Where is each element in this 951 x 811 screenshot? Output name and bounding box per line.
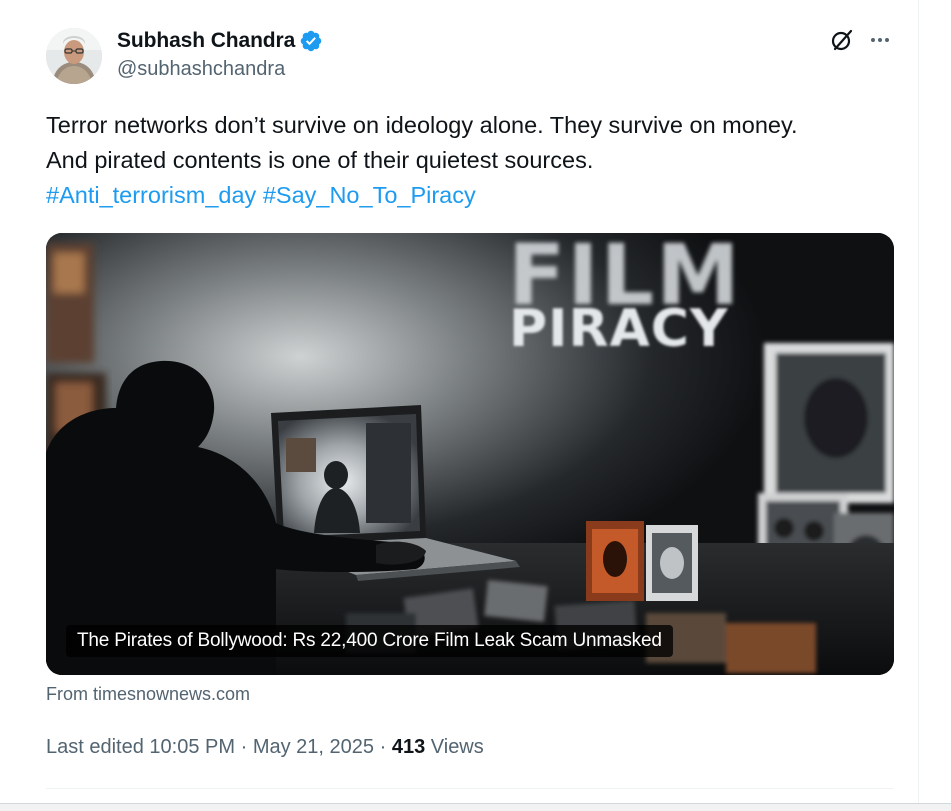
tweet-text: Terror networks don’t survive on ideolog… [46,108,906,213]
hashtag-anti-terrorism-day[interactable]: #Anti_terrorism_day [46,182,256,208]
views-count[interactable]: 413 [392,736,425,758]
hashtag-line: #Anti_terrorism_day #Say_No_To_Piracy [46,178,906,213]
edited-label[interactable]: Last edited [46,736,144,758]
link-card-image[interactable]: FILM PIRACY The Pirates of Bollywood: Rs… [46,233,894,675]
meta-separator: · [379,736,387,758]
more-options-button[interactable] [864,24,896,56]
author-name-row[interactable]: Subhash Chandra [117,26,323,56]
author-name[interactable]: Subhash Chandra [117,29,295,53]
avatar-image [46,28,102,84]
link-card-caption[interactable]: The Pirates of Bollywood: Rs 22,400 Cror… [66,625,673,657]
hashtag-say-no-to-piracy[interactable]: #Say_No_To_Piracy [263,182,476,208]
link-source[interactable]: From timesnownews.com [46,684,250,705]
grok-icon [831,29,853,51]
film-piracy-illustration [46,233,894,675]
tweet-text-line-2: And pirated contents is one of their qui… [46,147,594,173]
views-label: Views [430,736,484,758]
more-icon [871,38,889,42]
image-text-piracy: PIRACY [509,299,729,359]
author-handle[interactable]: @subhashchandra [117,58,285,81]
tweet-meta: Last edited 10:05 PM · May 21, 2025 · 41… [46,736,484,759]
verified-badge-icon[interactable] [299,29,323,53]
meta-separator: · [240,736,248,758]
column-border [918,0,919,810]
grok-button[interactable] [826,24,858,56]
divider [46,788,894,789]
tweet-time[interactable]: 10:05 PM [149,736,235,758]
tweet-date[interactable]: May 21, 2025 [253,736,374,758]
avatar[interactable] [46,28,102,84]
tweet-text-line-1: Terror networks don’t survive on ideolog… [46,112,798,138]
